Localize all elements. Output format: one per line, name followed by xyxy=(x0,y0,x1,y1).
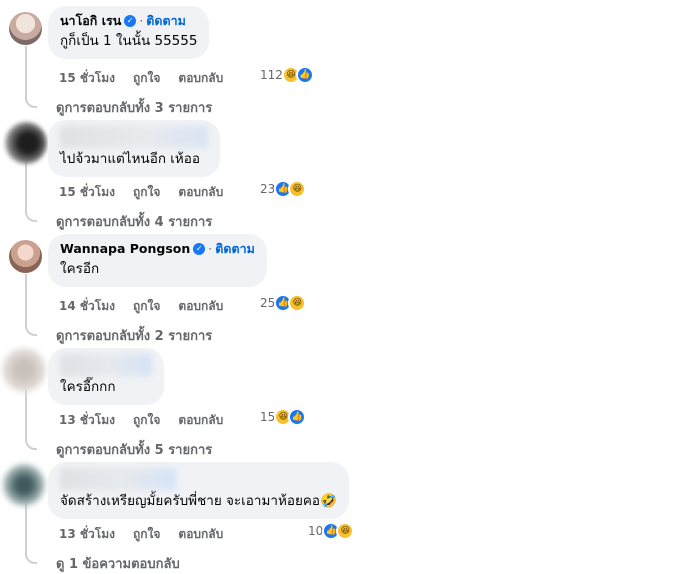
commenter-name[interactable]: นาโอกิ เรน xyxy=(60,12,121,30)
thread-line xyxy=(25,46,37,108)
timestamp[interactable]: 15 ชั่วโมง xyxy=(59,69,115,88)
like-button[interactable]: ถูกใจ xyxy=(133,525,160,544)
commenter-name[interactable]: Wannapa Pongson xyxy=(60,240,190,258)
view-replies-link[interactable]: ดู 1 ข้อความตอบกลับ xyxy=(56,553,180,574)
comment-actions: 14 ชั่วโมง ถูกใจ ตอบกลับ xyxy=(59,297,223,316)
haha-reaction-icon: 😆 xyxy=(288,294,307,312)
reply-button[interactable]: ตอบกลับ xyxy=(178,183,223,202)
follow-button[interactable]: ติดตาม xyxy=(215,240,255,258)
like-button[interactable]: ถูกใจ xyxy=(133,411,160,430)
timestamp[interactable]: 13 ชั่วโมง xyxy=(59,525,115,544)
avatar[interactable] xyxy=(9,12,42,45)
haha-reaction-icon: 😆 xyxy=(336,522,355,540)
comment-bubble: นาโอกิ เรน ✓ · ติดตาม กูก็เป็น 1 ในนั้น … xyxy=(48,6,210,59)
reaction-summary[interactable]: 10 👍 😆 xyxy=(308,522,355,540)
reaction-summary[interactable]: 25 👍 😆 xyxy=(260,294,307,312)
separator-dot: · xyxy=(139,13,144,28)
comment-actions: 15 ชั่วโมง ถูกใจ ตอบกลับ xyxy=(59,69,223,88)
comment: Wannapa Pongson ✓ · ติดตาม ใครอีก 14 ชั่… xyxy=(0,234,677,348)
view-replies-link[interactable]: ดูการตอบกลับทั้ง 3 รายการ xyxy=(56,97,212,118)
reaction-summary[interactable]: 15 😆 👍 xyxy=(260,408,307,426)
comment-text: ไปจ้วมาแต่ไหนอีก เห้ออ xyxy=(60,151,201,167)
timestamp[interactable]: 14 ชั่วโมง xyxy=(59,297,115,316)
like-reaction-icon: 👍 xyxy=(295,66,314,84)
reaction-summary[interactable]: 112 😆 👍 xyxy=(260,66,314,84)
follow-button[interactable]: ติดตาม xyxy=(146,12,186,30)
reaction-summary[interactable]: 23 👍 😆 xyxy=(260,180,307,198)
reaction-count: 25 xyxy=(260,296,276,310)
comment-actions: 13 ชั่วโมง ถูกใจ ตอบกลับ xyxy=(59,525,223,544)
reaction-count: 10 xyxy=(308,524,324,538)
reply-button[interactable]: ตอบกลับ xyxy=(178,411,223,430)
avatar[interactable] xyxy=(5,122,47,164)
comment: ใครอี๊กกก 13 ชั่วโมง ถูกใจ ตอบกลับ 15 😆 … xyxy=(0,348,677,462)
view-replies-link[interactable]: ดูการตอบกลับทั้ง 2 รายการ xyxy=(56,325,212,346)
avatar[interactable] xyxy=(3,464,45,506)
reply-button[interactable]: ตอบกลับ xyxy=(178,525,223,544)
comment-text: ใครอีก xyxy=(60,261,100,277)
commenter-name-blurred[interactable] xyxy=(60,126,208,148)
view-replies-link[interactable]: ดูการตอบกลับทั้ง 4 รายการ xyxy=(56,211,212,232)
like-button[interactable]: ถูกใจ xyxy=(133,297,160,316)
comment-bubble: จัดสร้างเหรียญมั้ยครับพี่ชาย จะเอามาห้อย… xyxy=(48,462,349,519)
timestamp[interactable]: 13 ชั่วโมง xyxy=(59,411,115,430)
haha-reaction-icon: 😆 xyxy=(288,180,307,198)
thread-line xyxy=(25,502,37,564)
view-replies-link[interactable]: ดูการตอบกลับทั้ง 5 รายการ xyxy=(56,439,212,460)
reaction-count: 112 xyxy=(260,68,283,82)
thread-line xyxy=(25,160,37,222)
comment-bubble: Wannapa Pongson ✓ · ติดตาม ใครอีก xyxy=(48,234,267,287)
comment-bubble: ใครอี๊กกก xyxy=(48,348,164,405)
reply-button[interactable]: ตอบกลับ xyxy=(178,297,223,316)
commenter-name-blurred[interactable] xyxy=(60,468,176,490)
like-reaction-icon: 👍 xyxy=(288,408,307,426)
thread-line xyxy=(25,388,37,450)
comment: จัดสร้างเหรียญมั้ยครับพี่ชาย จะเอามาห้อย… xyxy=(0,462,677,574)
reply-button[interactable]: ตอบกลับ xyxy=(178,69,223,88)
reaction-count: 15 xyxy=(260,410,276,424)
comment-text: ใครอี๊กกก xyxy=(60,379,116,395)
verified-badge-icon: ✓ xyxy=(193,243,206,255)
comment-bubble: ไปจ้วมาแต่ไหนอีก เห้ออ xyxy=(48,120,220,177)
separator-dot: · xyxy=(208,241,213,256)
like-button[interactable]: ถูกใจ xyxy=(133,183,160,202)
timestamp[interactable]: 15 ชั่วโมง xyxy=(59,183,115,202)
comment: ไปจ้วมาแต่ไหนอีก เห้ออ 15 ชั่วโมง ถูกใจ … xyxy=(0,120,677,234)
comment-actions: 15 ชั่วโมง ถูกใจ ตอบกลับ xyxy=(59,183,223,202)
verified-badge-icon: ✓ xyxy=(124,15,137,27)
avatar[interactable] xyxy=(2,348,46,392)
comment: นาโอกิ เรน ✓ · ติดตาม กูก็เป็น 1 ในนั้น … xyxy=(0,6,677,120)
comment-text: จัดสร้างเหรียญมั้ยครับพี่ชาย จะเอามาห้อย… xyxy=(60,493,337,509)
avatar[interactable] xyxy=(9,240,42,273)
comment-actions: 13 ชั่วโมง ถูกใจ ตอบกลับ xyxy=(59,411,223,430)
comment-text: กูก็เป็น 1 ในนั้น 55555 xyxy=(60,33,198,49)
commenter-name-blurred[interactable] xyxy=(60,354,152,376)
like-button[interactable]: ถูกใจ xyxy=(133,69,160,88)
reaction-count: 23 xyxy=(260,182,276,196)
thread-line xyxy=(25,274,37,336)
